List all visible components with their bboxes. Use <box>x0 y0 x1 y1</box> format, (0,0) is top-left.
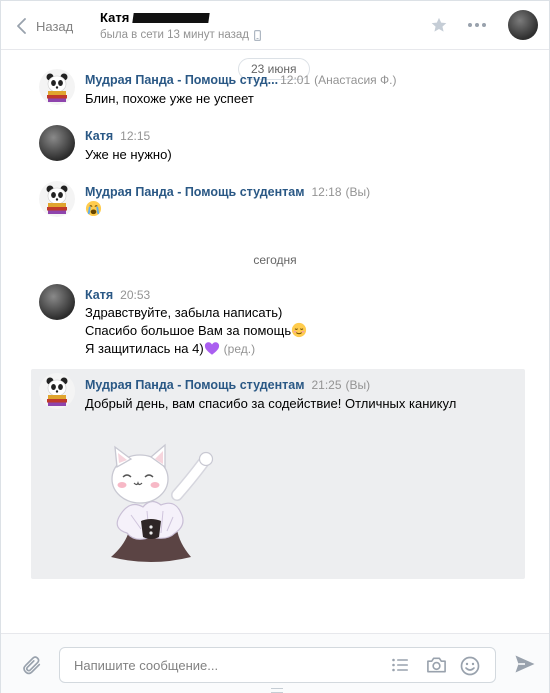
resize-handle[interactable] <box>271 688 283 693</box>
back-button[interactable]: Назад <box>17 16 73 36</box>
message-time[interactable]: 12:01 <box>280 73 310 87</box>
chat-window: Назад Катя была в сети 13 минут назад 23… <box>0 0 550 693</box>
message[interactable]: Мудрая Панда - Помощь студентам 12:18 (В… <box>31 177 525 227</box>
panda-avatar-icon <box>46 377 68 406</box>
peer-info[interactable]: Катя была в сети 13 минут назад <box>100 10 261 41</box>
message-author[interactable]: Катя <box>85 288 113 302</box>
avatar[interactable] <box>39 373 75 409</box>
message-time[interactable]: 20:53 <box>120 288 150 302</box>
message[interactable]: Катя 20:53 Здравствуйте, забыла написать… <box>31 280 525 364</box>
message-author[interactable]: Мудрая Панда - Помощь студентам <box>85 185 304 199</box>
message-line: Здравствуйте, забыла написать) <box>85 305 283 320</box>
template-button[interactable] <box>391 656 409 677</box>
relieved-emoji-icon <box>292 322 307 338</box>
message[interactable]: Катя 12:15 Уже не нужно) <box>31 121 525 171</box>
more-icon <box>468 23 486 27</box>
chat-header: Назад Катя была в сети 13 минут назад <box>1 1 549 50</box>
star-icon <box>431 17 447 32</box>
message-text: Добрый день, вам спасибо за содействие! … <box>85 396 457 411</box>
message-time[interactable]: 21:25 <box>311 378 341 392</box>
message[interactable]: Мудрая Панда - Помощь студ... 12:01 (Ана… <box>31 65 525 115</box>
camera-icon <box>427 657 446 673</box>
smile-icon <box>460 656 480 676</box>
mobile-icon <box>253 29 261 41</box>
message-author[interactable]: Катя <box>85 129 113 143</box>
date-separator: сегодня <box>253 253 297 267</box>
panda-avatar-icon <box>46 73 68 102</box>
message-line: Я защитилась на 4) <box>85 341 204 356</box>
message-author[interactable]: Мудрая Панда - Помощь студ... <box>85 73 278 87</box>
message-text: Здравствуйте, забыла написать) Спасибо б… <box>85 304 307 358</box>
favorite-button[interactable] <box>430 16 448 37</box>
panda-avatar-icon <box>46 185 68 214</box>
emoji-button[interactable] <box>460 656 480 679</box>
avatar[interactable] <box>39 284 75 320</box>
message-sender: (Вы) <box>345 185 371 199</box>
message-sender: (Вы) <box>345 378 371 392</box>
cat-sticker[interactable] <box>85 433 215 563</box>
redacted-surname <box>132 12 210 23</box>
attach-button[interactable] <box>21 654 43 679</box>
peer-name: Катя <box>100 10 130 25</box>
crying-emoji-icon <box>85 200 102 217</box>
paperclip-icon <box>23 656 41 675</box>
message-text: Уже не нужно) <box>85 147 172 162</box>
list-icon <box>392 658 408 672</box>
message-time[interactable]: 12:18 <box>311 185 341 199</box>
message[interactable]: Мудрая Панда - Помощь студентам 21:25 (В… <box>31 369 525 579</box>
avatar[interactable] <box>39 125 75 161</box>
back-label: Назад <box>36 18 74 34</box>
message-composer <box>1 633 549 693</box>
message-text: Блин, похоже уже не успеет <box>85 91 254 106</box>
avatar[interactable] <box>39 69 75 105</box>
peer-avatar[interactable] <box>508 10 538 40</box>
message-sender: (Анастасия Ф.) <box>314 73 397 87</box>
purple-heart-icon <box>204 342 219 355</box>
message-author[interactable]: Мудрая Панда - Помощь студентам <box>85 378 304 392</box>
edited-label[interactable]: (ред.) <box>224 342 255 356</box>
more-button[interactable] <box>467 18 487 35</box>
send-button[interactable] <box>514 654 536 677</box>
avatar[interactable] <box>39 181 75 217</box>
message-time[interactable]: 12:15 <box>120 129 150 143</box>
message-text <box>85 200 102 219</box>
camera-button[interactable] <box>426 656 447 677</box>
send-icon <box>515 655 535 673</box>
cat-sticker-icon <box>111 443 214 562</box>
message-line: Спасибо большое Вам за помощь <box>85 323 292 338</box>
chevron-left-icon <box>17 18 26 34</box>
peer-status: была в сети 13 минут назад <box>100 29 249 41</box>
